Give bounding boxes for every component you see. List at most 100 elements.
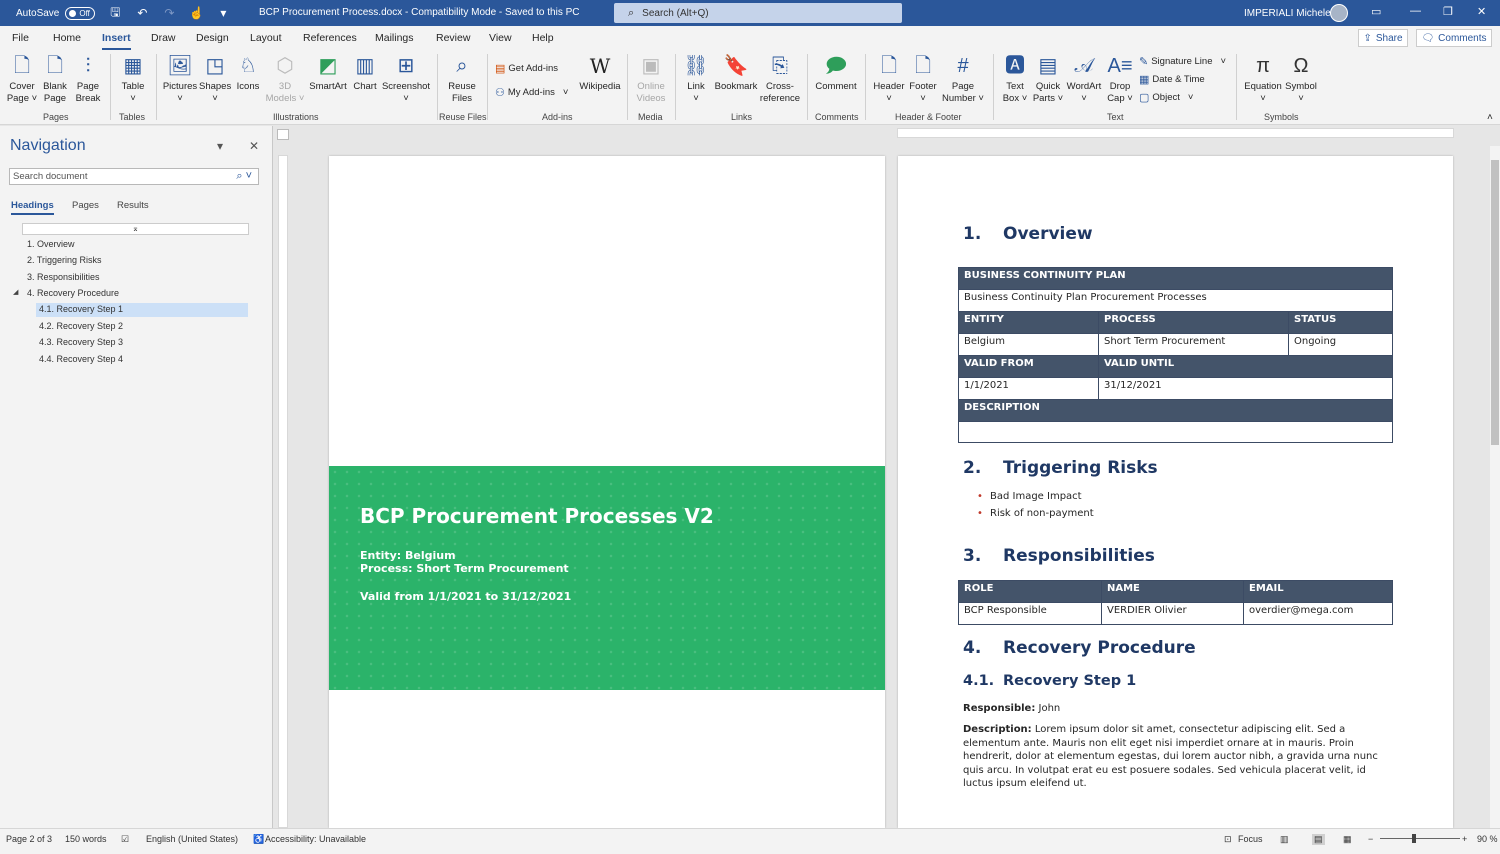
tab-layout[interactable]: Layout bbox=[250, 32, 282, 44]
tab-mailings[interactable]: Mailings bbox=[375, 32, 414, 44]
reuse-files-button[interactable]: ⌕ Reuse Files bbox=[444, 53, 480, 105]
table-cell[interactable]: Business Continuity Plan Procurement Pro… bbox=[958, 289, 1393, 312]
smartart-button[interactable]: ◩ SmartArt bbox=[308, 53, 348, 93]
tab-pages[interactable]: Pages bbox=[72, 200, 99, 211]
table-cell[interactable]: 31/12/2021 bbox=[1098, 377, 1393, 400]
table-cell[interactable]: VERDIER Olivier bbox=[1101, 602, 1244, 625]
table-cell[interactable]: BCP Responsible bbox=[958, 602, 1102, 625]
tab-home[interactable]: Home bbox=[53, 32, 81, 44]
table-cell[interactable]: Ongoing bbox=[1288, 333, 1393, 356]
redo-icon[interactable]: ↷ bbox=[162, 6, 176, 20]
table-cell[interactable]: Short Term Procurement bbox=[1098, 333, 1289, 356]
list-item[interactable]: Bad Image Impact bbox=[977, 491, 1082, 502]
text-box-button[interactable]: 🅰 Text Box ˅ bbox=[999, 53, 1031, 105]
avatar[interactable] bbox=[1330, 4, 1348, 22]
comment-button[interactable]: 🗩 Comment bbox=[813, 53, 859, 93]
heading-item[interactable]: 4.3. Recovery Step 3 bbox=[36, 337, 126, 347]
responsible-paragraph[interactable]: Responsible: John bbox=[963, 702, 1060, 716]
header-button[interactable]: 🗋 Header ˅ bbox=[872, 53, 906, 105]
collapse-ribbon-icon[interactable]: ˄ bbox=[1487, 112, 1493, 123]
table-cell[interactable] bbox=[958, 421, 1393, 443]
language[interactable]: English (United States) bbox=[146, 834, 238, 844]
table-cell[interactable]: overdier@mega.com bbox=[1243, 602, 1393, 625]
ribbon-display-icon[interactable]: ▭ bbox=[1371, 5, 1381, 18]
undo-icon[interactable]: ↶ bbox=[135, 6, 149, 20]
wikipedia-button[interactable]: W Wikipedia bbox=[578, 53, 622, 93]
collapse-all-button[interactable]: ⌅ bbox=[22, 223, 249, 235]
close-icon[interactable]: ✕ bbox=[1477, 5, 1486, 18]
comments-button[interactable]: 🗨 Comments bbox=[1416, 29, 1492, 47]
zoom-in-icon[interactable]: + bbox=[1462, 834, 1467, 844]
user-name[interactable]: IMPERIALI Michele bbox=[1244, 8, 1331, 19]
zoom-out-icon[interactable]: − bbox=[1368, 834, 1373, 844]
cross-reference-button[interactable]: ⎘ Cross- reference bbox=[759, 53, 801, 105]
zoom-slider-thumb[interactable] bbox=[1412, 834, 1416, 843]
search-icon[interactable]: ⌕ ˅ bbox=[236, 170, 252, 183]
tab-help[interactable]: Help bbox=[532, 32, 554, 44]
heading-item-selected[interactable]: 4.1. Recovery Step 1 bbox=[36, 303, 248, 317]
online-videos-button[interactable]: ▣ Online Videos bbox=[633, 53, 669, 105]
autosave-toggle[interactable]: Off bbox=[65, 6, 96, 20]
page-break-button[interactable]: ⫶ Page Break bbox=[73, 53, 103, 105]
zoom-slider[interactable] bbox=[1380, 838, 1460, 839]
heading-item[interactable]: 4.4. Recovery Step 4 bbox=[36, 354, 126, 364]
icons-button[interactable]: ♘ Icons bbox=[234, 53, 262, 93]
document-title[interactable]: BCP Procurement Process.docx - Compatibi… bbox=[259, 7, 580, 18]
equation-button[interactable]: π Equation ˅ bbox=[1243, 53, 1283, 105]
restore-icon[interactable]: ❐ bbox=[1443, 5, 1453, 18]
scrollbar-thumb[interactable] bbox=[1491, 160, 1499, 445]
footer-button[interactable]: 🗋 Footer ˅ bbox=[906, 53, 940, 105]
link-button[interactable]: ⛓ Link ˅ bbox=[682, 53, 710, 105]
page-count[interactable]: Page 2 of 3 bbox=[6, 834, 52, 844]
get-addins-button[interactable]: ▤ Get Add-ins bbox=[495, 62, 558, 75]
date-time-button[interactable]: ▦ Date & Time bbox=[1139, 73, 1205, 86]
shapes-button[interactable]: ◳ Shapes ˅ bbox=[199, 53, 231, 105]
read-mode-icon[interactable]: ▥ bbox=[1280, 834, 1289, 845]
print-layout-icon[interactable]: ▤ bbox=[1312, 834, 1325, 845]
customize-toolbar-icon[interactable]: ▾ bbox=[216, 6, 230, 20]
table-cell[interactable]: 1/1/2021 bbox=[958, 377, 1099, 400]
description-paragraph[interactable]: Description: Lorem ipsum dolor sit amet,… bbox=[963, 723, 1383, 791]
tab-file[interactable]: File bbox=[12, 32, 29, 44]
zoom-level[interactable]: 90 % bbox=[1477, 834, 1498, 844]
close-pane-icon[interactable]: ✕ bbox=[249, 139, 259, 153]
list-item[interactable]: Risk of non-payment bbox=[977, 508, 1094, 519]
pane-options-icon[interactable]: ▾ bbox=[217, 139, 223, 153]
pictures-button[interactable]: 🖼 Pictures ˅ bbox=[162, 53, 198, 105]
signature-line-button[interactable]: ✎ Signature Line ˅ bbox=[1139, 55, 1226, 68]
tab-review[interactable]: Review bbox=[436, 32, 470, 44]
web-layout-icon[interactable]: ▦ bbox=[1343, 834, 1352, 845]
share-button[interactable]: ⇪ Share bbox=[1358, 29, 1408, 47]
page-number-button[interactable]: # Page Number ˅ bbox=[940, 53, 986, 105]
tab-headings[interactable]: Headings bbox=[11, 200, 54, 215]
tab-selector[interactable] bbox=[277, 129, 289, 140]
object-button[interactable]: ▢ Object ˅ bbox=[1139, 91, 1193, 104]
heading-item[interactable]: 1. Overview bbox=[24, 239, 78, 249]
bookmark-button[interactable]: 🔖 Bookmark bbox=[713, 53, 759, 93]
tab-insert[interactable]: Insert bbox=[102, 32, 131, 50]
screenshot-button[interactable]: ⊞ Screenshot ˅ bbox=[381, 53, 431, 105]
tab-references[interactable]: References bbox=[303, 32, 357, 44]
chart-button[interactable]: ▥ Chart bbox=[351, 53, 379, 93]
table-button[interactable]: ▦ Table ˅ bbox=[117, 53, 149, 105]
expand-triangle-icon[interactable]: ◢ bbox=[13, 288, 18, 296]
drop-cap-button[interactable]: A≡ Drop Cap ˅ bbox=[1104, 53, 1136, 105]
proofing-icon[interactable]: ☑ bbox=[121, 834, 129, 845]
minimize-icon[interactable]: — bbox=[1410, 5, 1421, 17]
horizontal-ruler[interactable] bbox=[897, 128, 1454, 138]
vertical-scrollbar[interactable] bbox=[1490, 146, 1500, 828]
wordart-button[interactable]: 𝒜 WordArt ˅ bbox=[1064, 53, 1104, 105]
touch-mode-icon[interactable]: ☝ bbox=[189, 6, 204, 20]
heading-item[interactable]: 4. Recovery Procedure bbox=[24, 288, 122, 298]
blank-page-button[interactable]: 🗋 Blank Page bbox=[40, 53, 70, 105]
tab-design[interactable]: Design bbox=[196, 32, 229, 44]
quick-parts-button[interactable]: ▤ Quick Parts ˅ bbox=[1031, 53, 1065, 105]
word-count[interactable]: 150 words bbox=[65, 834, 107, 844]
heading-item[interactable]: 2. Triggering Risks bbox=[24, 255, 105, 265]
cover-page-button[interactable]: 🗋 Cover Page ˅ bbox=[5, 53, 39, 105]
heading-item[interactable]: 3. Responsibilities bbox=[24, 272, 103, 282]
tab-view[interactable]: View bbox=[489, 32, 512, 44]
tab-results[interactable]: Results bbox=[117, 200, 149, 211]
document-search-input[interactable]: Search document ⌕ ˅ bbox=[9, 168, 259, 185]
vertical-ruler[interactable] bbox=[278, 155, 288, 828]
